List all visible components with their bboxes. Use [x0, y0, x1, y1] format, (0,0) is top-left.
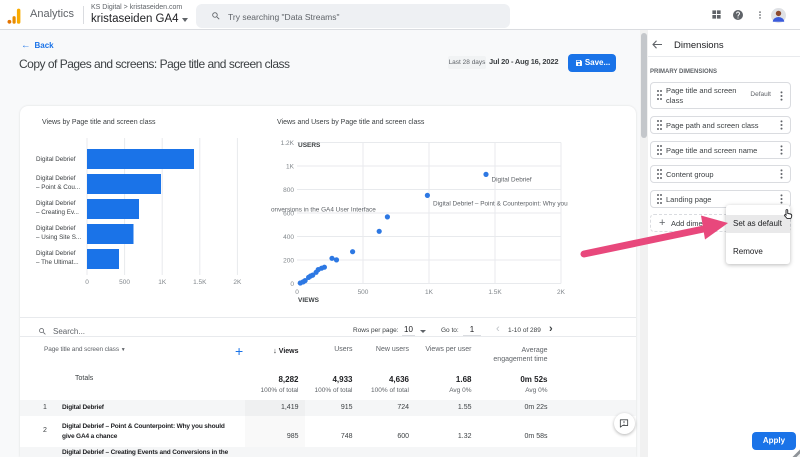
- svg-text:1.2K: 1.2K: [281, 140, 295, 147]
- svg-text:1.5K: 1.5K: [488, 289, 502, 296]
- svg-text:– The Ultimat...: – The Ultimat...: [36, 259, 79, 266]
- svg-text:Digital Debrief – Point & Coun: Digital Debrief – Point & Counterpoint: …: [433, 201, 568, 208]
- svg-text:800: 800: [283, 187, 294, 194]
- svg-text:Digital Debrief: Digital Debrief: [36, 175, 76, 182]
- svg-text:1.5K: 1.5K: [193, 279, 207, 286]
- svg-text:0: 0: [85, 279, 89, 286]
- svg-text:1K: 1K: [286, 164, 295, 171]
- svg-text:– Creating Ev...: – Creating Ev...: [36, 209, 79, 216]
- svg-text:Digital Debrief: Digital Debrief: [36, 250, 76, 257]
- svg-text:Digital Debrief: Digital Debrief: [492, 177, 532, 184]
- svg-text:Digital Debrief: Digital Debrief: [36, 225, 76, 232]
- svg-text:400: 400: [283, 234, 294, 241]
- svg-text:1K: 1K: [425, 289, 434, 296]
- svg-text:Digital Debrief: Digital Debrief: [36, 156, 76, 163]
- svg-text:USERS: USERS: [298, 142, 321, 149]
- svg-text:Digital Debrief: Digital Debrief: [36, 200, 76, 207]
- svg-text:– Point & Cou...: – Point & Cou...: [36, 184, 80, 191]
- svg-text:500: 500: [119, 279, 130, 286]
- svg-text:VIEWS: VIEWS: [298, 297, 320, 304]
- svg-text:– Using Site S...: – Using Site S...: [36, 234, 81, 241]
- svg-text:1K: 1K: [158, 279, 167, 286]
- svg-text:2K: 2K: [557, 289, 566, 296]
- svg-text:500: 500: [358, 289, 369, 296]
- svg-text:0: 0: [290, 281, 294, 288]
- svg-text:onversions in the GA4 User Int: onversions in the GA4 User Interface: [271, 207, 376, 214]
- svg-text:200: 200: [283, 258, 294, 265]
- svg-text:0: 0: [295, 289, 299, 296]
- svg-text:2K: 2K: [233, 279, 242, 286]
